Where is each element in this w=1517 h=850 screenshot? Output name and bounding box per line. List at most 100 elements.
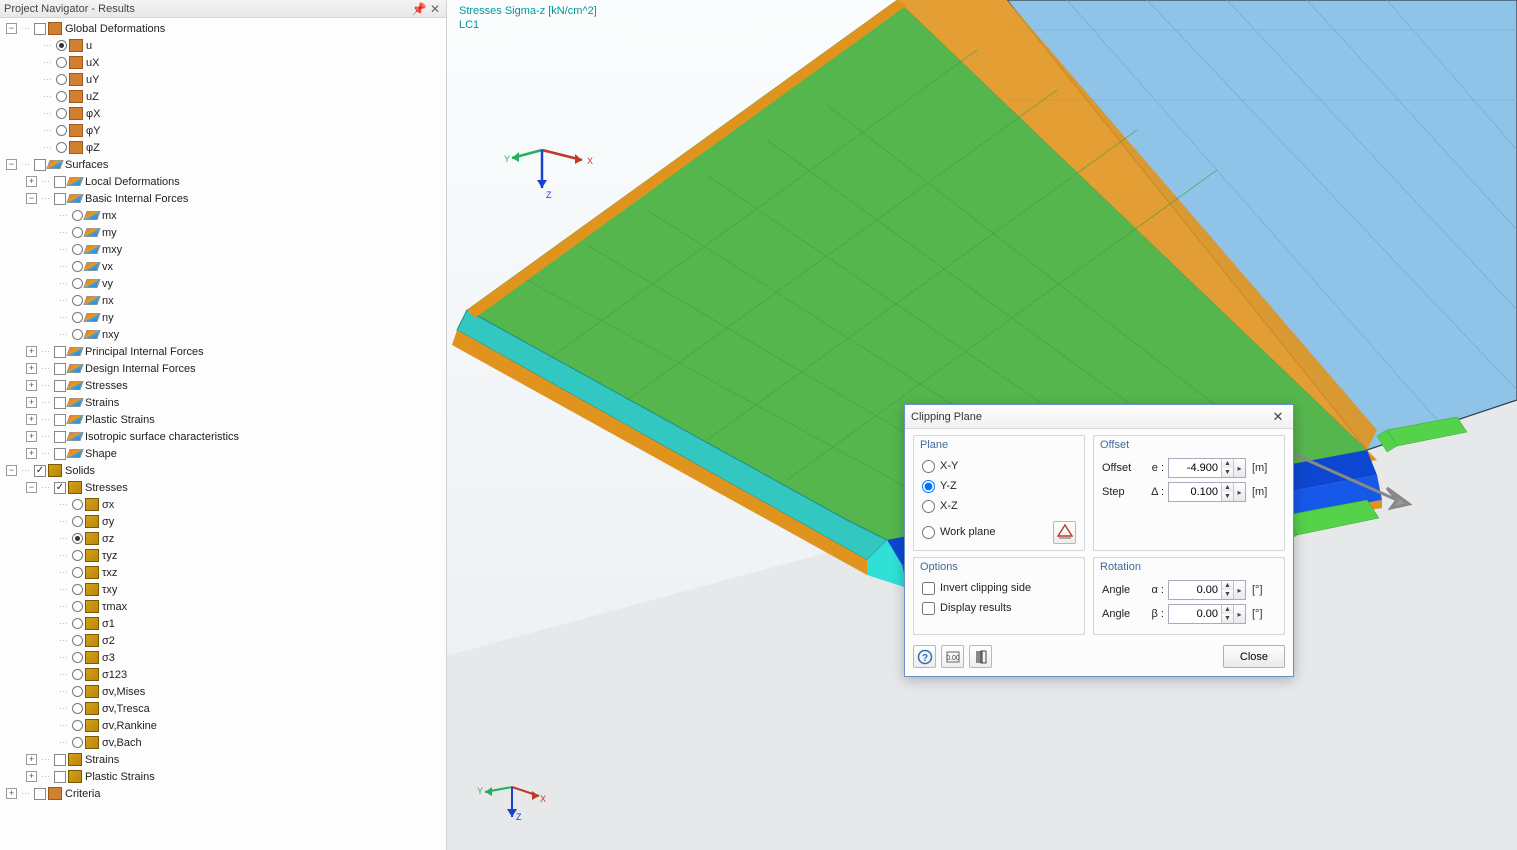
spin-up-icon[interactable]: ▲ [1221, 581, 1233, 590]
pick-workplane-button[interactable] [1053, 521, 1076, 544]
tree-node-s3[interactable]: ⋯σ3 [2, 649, 446, 666]
checkbox[interactable] [34, 788, 46, 800]
tree-node-s1[interactable]: ⋯σ1 [2, 615, 446, 632]
spin-down-icon[interactable]: ▼ [1221, 492, 1233, 501]
tree-node-nxy[interactable]: ⋯nxy [2, 326, 446, 343]
radio[interactable] [72, 227, 83, 238]
checkbox[interactable] [54, 363, 66, 375]
units-button[interactable]: 0.00 [941, 645, 964, 668]
tree-node-mxy[interactable]: ⋯mxy [2, 241, 446, 258]
tree-node-sy[interactable]: ⋯σy [2, 513, 446, 530]
tree-node-my[interactable]: ⋯my [2, 224, 446, 241]
expander-icon[interactable]: + [26, 397, 37, 408]
offset-input[interactable] [1169, 459, 1221, 477]
tree-node-solid-strains[interactable]: +⋯Strains [2, 751, 446, 768]
tree-node-svbach[interactable]: ⋯σv,Bach [2, 734, 446, 751]
checkbox[interactable] [54, 431, 66, 443]
help-button[interactable]: ? [913, 645, 936, 668]
tree-node-svrankine[interactable]: ⋯σv,Rankine [2, 717, 446, 734]
tree-node-solid-plastic-strains[interactable]: +⋯Plastic Strains [2, 768, 446, 785]
expander-icon[interactable]: + [26, 346, 37, 357]
tree-node-txz[interactable]: ⋯τxz [2, 564, 446, 581]
expander-icon[interactable]: + [26, 771, 37, 782]
dialog-titlebar[interactable]: Clipping Plane ✕ [905, 405, 1293, 429]
radio[interactable] [72, 295, 83, 306]
tree-node-surface-strains[interactable]: +⋯Strains [2, 394, 446, 411]
expander-icon[interactable]: − [26, 482, 37, 493]
tree-node-tyz[interactable]: ⋯τyz [2, 547, 446, 564]
tree-node-ny[interactable]: ⋯ny [2, 309, 446, 326]
tree-node-svmises[interactable]: ⋯σv,Mises [2, 683, 446, 700]
radio[interactable] [72, 210, 83, 221]
plane-work-option[interactable]: Work plane [922, 522, 1076, 542]
expander-icon[interactable]: + [26, 754, 37, 765]
toggle-clip-button[interactable] [969, 645, 992, 668]
radio[interactable] [72, 635, 83, 646]
tree-node-mx[interactable]: ⋯mx [2, 207, 446, 224]
spin-up-icon[interactable]: ▲ [1221, 483, 1233, 492]
tree-node-principal-internal-forces[interactable]: +⋯Principal Internal Forces [2, 343, 446, 360]
checkbox[interactable] [54, 754, 66, 766]
expander-icon[interactable]: − [26, 193, 37, 204]
checkbox[interactable] [54, 482, 66, 494]
navigator-tree[interactable]: − ⋯ Global Deformations ⋯u ⋯uX ⋯uY ⋯uZ ⋯… [0, 18, 446, 850]
spin-next-icon[interactable]: ▸ [1233, 581, 1245, 599]
close-icon[interactable]: ✕ [1269, 408, 1287, 426]
spin-up-icon[interactable]: ▲ [1221, 459, 1233, 468]
tree-node-design-internal-forces[interactable]: +⋯Design Internal Forces [2, 360, 446, 377]
tree-node-tmax[interactable]: ⋯τmax [2, 598, 446, 615]
tree-node-surfaces[interactable]: − ⋯ Surfaces [2, 156, 446, 173]
radio[interactable] [56, 40, 67, 51]
offset-spinbox[interactable]: ▲▼ ▸ [1168, 458, 1246, 478]
radio[interactable] [72, 703, 83, 714]
tree-node-phy[interactable]: ⋯φY [2, 122, 446, 139]
checkbox[interactable] [54, 397, 66, 409]
tree-node-uz[interactable]: ⋯uZ [2, 88, 446, 105]
checkbox[interactable] [54, 414, 66, 426]
beta-spinbox[interactable]: ▲▼ ▸ [1168, 604, 1246, 624]
radio[interactable] [72, 737, 83, 748]
radio[interactable] [72, 686, 83, 697]
tree-node-phz[interactable]: ⋯φZ [2, 139, 446, 156]
beta-input[interactable] [1169, 605, 1221, 623]
close-button[interactable]: Close [1223, 645, 1285, 668]
spin-down-icon[interactable]: ▼ [1221, 590, 1233, 599]
step-input[interactable] [1169, 483, 1221, 501]
spin-next-icon[interactable]: ▸ [1233, 605, 1245, 623]
spin-down-icon[interactable]: ▼ [1221, 614, 1233, 623]
tree-node-uy[interactable]: ⋯uY [2, 71, 446, 88]
tree-node-global-deformations[interactable]: − ⋯ Global Deformations [2, 20, 446, 37]
spin-down-icon[interactable]: ▼ [1221, 468, 1233, 477]
tree-node-solid-stresses[interactable]: −⋯Stresses [2, 479, 446, 496]
radio[interactable] [922, 480, 935, 493]
tree-node-basic-internal-forces[interactable]: −⋯Basic Internal Forces [2, 190, 446, 207]
radio[interactable] [72, 499, 83, 510]
close-icon[interactable]: ✕ [428, 2, 442, 16]
checkbox[interactable] [54, 771, 66, 783]
radio[interactable] [72, 601, 83, 612]
expander-icon[interactable]: − [6, 465, 17, 476]
pin-icon[interactable]: 📌 [412, 2, 426, 16]
tree-node-sz[interactable]: ⋯σz [2, 530, 446, 547]
checkbox[interactable] [34, 159, 46, 171]
spin-up-icon[interactable]: ▲ [1221, 605, 1233, 614]
tree-node-local-deformations[interactable]: +⋯Local Deformations [2, 173, 446, 190]
step-spinbox[interactable]: ▲▼ ▸ [1168, 482, 1246, 502]
tree-node-vx[interactable]: ⋯vx [2, 258, 446, 275]
expander-icon[interactable]: + [26, 431, 37, 442]
expander-icon[interactable]: + [26, 414, 37, 425]
tree-node-nx[interactable]: ⋯nx [2, 292, 446, 309]
tree-node-txy[interactable]: ⋯τxy [2, 581, 446, 598]
expander-icon[interactable]: − [6, 23, 17, 34]
checkbox[interactable] [54, 448, 66, 460]
invert-clipping-checkbox-row[interactable]: Invert clipping side [922, 578, 1076, 598]
radio[interactable] [72, 584, 83, 595]
radio[interactable] [56, 57, 67, 68]
checkbox[interactable] [54, 380, 66, 392]
checkbox[interactable] [54, 176, 66, 188]
checkbox[interactable] [54, 193, 66, 205]
tree-node-phx[interactable]: ⋯φX [2, 105, 446, 122]
tree-node-s123[interactable]: ⋯σ123 [2, 666, 446, 683]
expander-icon[interactable]: − [6, 159, 17, 170]
radio[interactable] [72, 278, 83, 289]
